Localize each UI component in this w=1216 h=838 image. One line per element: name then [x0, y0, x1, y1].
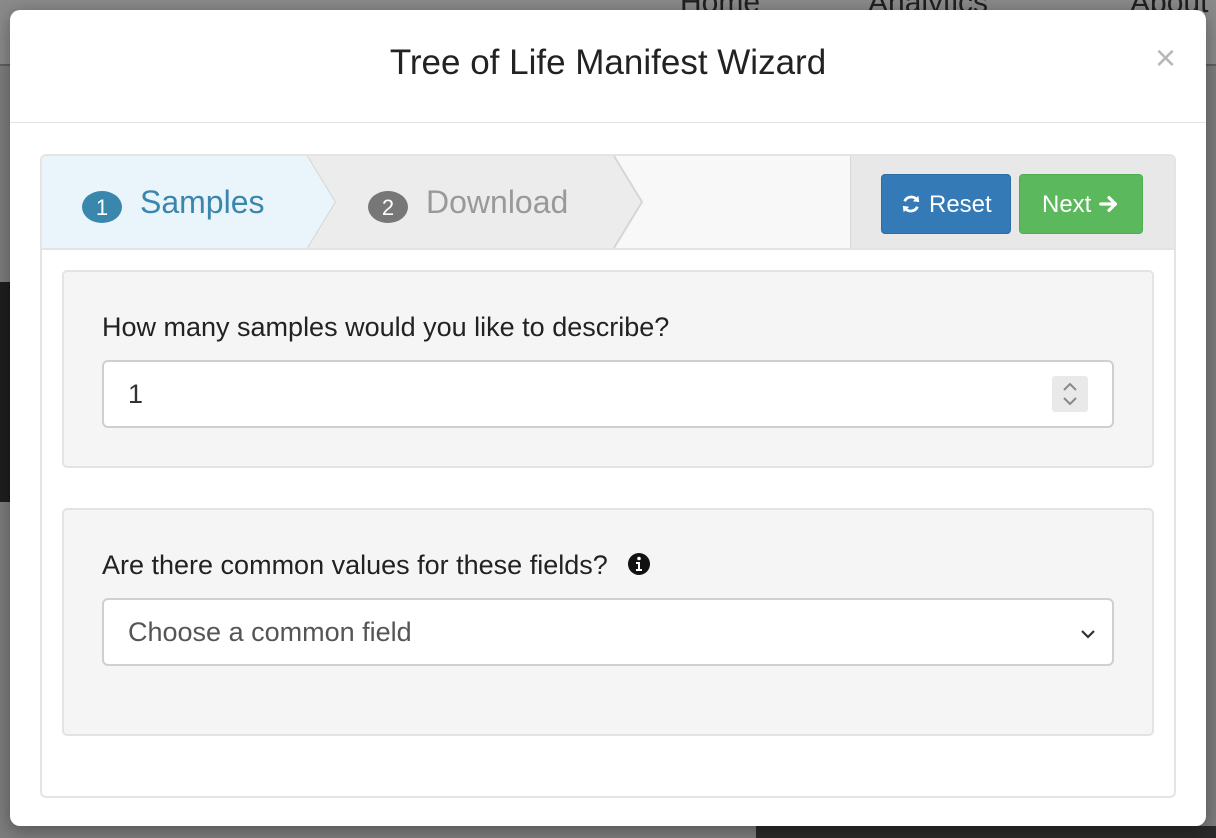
common-fields-question: Are there common values for these fields… [102, 550, 651, 581]
samples-question-label: How many samples would you like to descr… [102, 312, 670, 342]
background-bottom-strip [756, 826, 1216, 838]
number-spinner[interactable] [1052, 376, 1088, 412]
chevron-down-icon [1081, 630, 1095, 639]
refresh-icon [903, 195, 920, 213]
step-download-badge: 2 [368, 191, 408, 223]
step-samples[interactable]: 1 Samples [42, 156, 342, 248]
step-samples-label: Samples [140, 184, 265, 220]
close-button[interactable]: × [1155, 38, 1176, 78]
reset-button[interactable]: Reset [881, 174, 1011, 234]
step-download[interactable]: 2 Download [308, 156, 648, 248]
step-samples-badge: 1 [82, 191, 122, 223]
info-circle-icon[interactable] [627, 552, 651, 576]
wizard-actions: Reset Next [850, 156, 1174, 248]
common-fields-question-label: Are there common values for these fields… [102, 550, 608, 580]
spinner-arrows-icon [1063, 382, 1077, 406]
arrow-right-icon [1099, 195, 1118, 212]
samples-count-value: 1 [128, 379, 144, 409]
next-button-label: Next [1041, 191, 1092, 218]
wizard-container: 1 Samples 2 Download Reset Next How many… [40, 154, 1176, 798]
common-fields-panel: Are there common values for these fields… [62, 508, 1154, 736]
step-download-label: Download [426, 184, 569, 220]
modal-header: Tree of Life Manifest Wizard × [10, 10, 1206, 123]
common-field-selected: Choose a common field [128, 617, 412, 647]
common-field-select[interactable]: Choose a common field [102, 598, 1114, 666]
wizard-steps-bar: 1 Samples 2 Download Reset Next [42, 156, 1174, 250]
modal-title: Tree of Life Manifest Wizard [389, 43, 827, 82]
samples-panel: How many samples would you like to descr… [62, 270, 1154, 468]
samples-count-input[interactable]: 1 [102, 360, 1114, 428]
wizard-modal: Tree of Life Manifest Wizard × 1 Samples… [10, 10, 1206, 826]
next-button[interactable]: Next [1019, 174, 1143, 234]
reset-button-label: Reset [928, 191, 992, 218]
